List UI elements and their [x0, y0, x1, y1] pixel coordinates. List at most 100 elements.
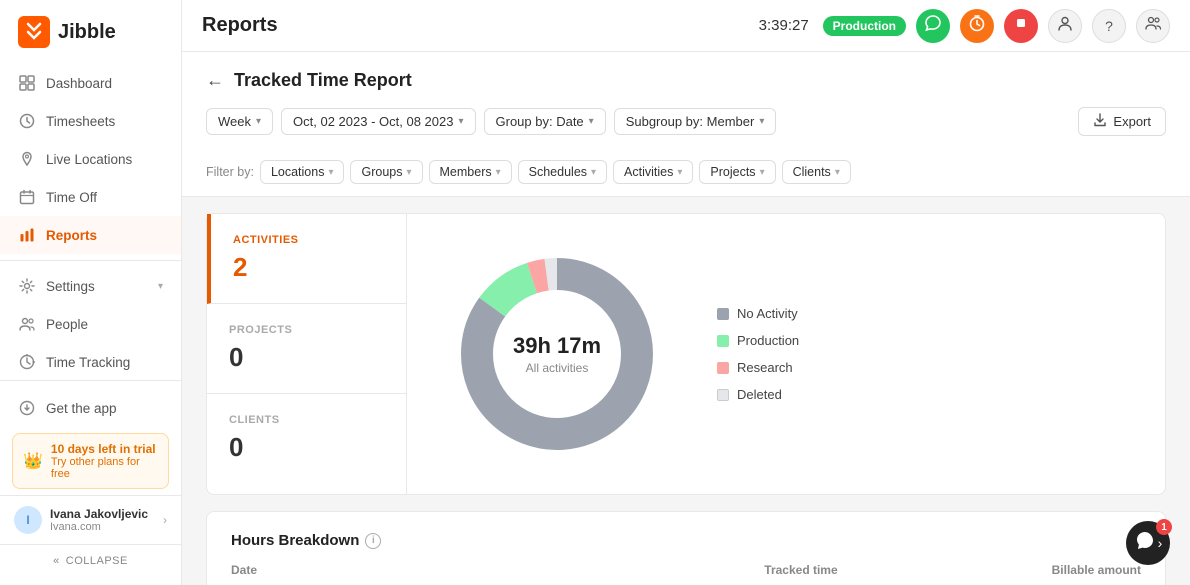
- filter-clients-chevron: ▾: [835, 167, 840, 178]
- team-icon: [1145, 15, 1161, 36]
- filter-locations-chevron: ▾: [328, 167, 333, 178]
- filter-groups[interactable]: Groups ▾: [350, 160, 422, 184]
- help-button[interactable]: ?: [1092, 9, 1126, 43]
- user-name: Ivana Jakovljevic: [50, 507, 155, 521]
- legend-label-deleted: Deleted: [737, 387, 782, 402]
- legend-label-production: Production: [737, 333, 799, 348]
- chart-area: 39h 17m All activities No Activity Produ…: [406, 213, 1166, 495]
- export-button[interactable]: Export: [1078, 107, 1166, 136]
- hours-breakdown-section: Hours Breakdown i Date Tracked time Bill…: [206, 511, 1166, 585]
- users-icon: [18, 315, 36, 333]
- activities-label: ACTIVITIES: [233, 234, 384, 246]
- filter-members[interactable]: Members ▾: [429, 160, 512, 184]
- sidebar-item-timesheets[interactable]: Timesheets: [0, 102, 181, 140]
- calendar-icon: [18, 188, 36, 206]
- logo: Jibble: [0, 0, 181, 64]
- jibble-logo-icon: [18, 16, 50, 48]
- collapse-chevron-icon: «: [53, 555, 60, 567]
- legend-dot-research: [717, 362, 729, 374]
- sidebar-bottom: Get the app 👑 10 days left in trial Try …: [0, 380, 181, 585]
- filter-schedules[interactable]: Schedules ▾: [518, 160, 607, 184]
- filter-members-label: Members: [440, 165, 492, 179]
- sidebar: Jibble Dashboard Timesheet: [0, 0, 182, 585]
- chevron-right-icon: ›: [163, 513, 167, 527]
- donut-time: 39h 17m: [513, 333, 601, 359]
- timer-button[interactable]: [960, 9, 994, 43]
- download-icon: [18, 399, 36, 417]
- grid-icon: [18, 74, 36, 92]
- subgroupby-chevron-icon: ▾: [759, 116, 764, 127]
- sidebar-item-label: Time Off: [46, 190, 97, 205]
- activities-value: 2: [233, 252, 384, 283]
- content-area: ← Tracked Time Report Week ▾ Oct, 02 202…: [182, 52, 1190, 585]
- clients-value: 0: [229, 432, 384, 463]
- legend-dot-deleted: [717, 389, 729, 401]
- bar-chart-icon: [18, 226, 36, 244]
- clients-stat: CLIENTS 0: [207, 394, 406, 483]
- date-chevron-icon: ▾: [458, 116, 463, 127]
- env-badge: Production: [823, 16, 906, 36]
- left-stats: ACTIVITIES 2 PROJECTS 0 CLIENTS 0: [206, 213, 406, 495]
- filter-activities[interactable]: Activities ▾: [613, 160, 693, 184]
- clock-icon: [18, 112, 36, 130]
- sidebar-item-reports[interactable]: Reports: [0, 216, 181, 254]
- sidebar-item-dashboard[interactable]: Dashboard: [0, 64, 181, 102]
- get-app-button[interactable]: Get the app: [0, 389, 181, 427]
- collapse-label: COLLAPSE: [66, 555, 128, 567]
- topbar-right: 3:39:27 Production: [759, 9, 1170, 43]
- export-label: Export: [1113, 114, 1151, 129]
- sidebar-item-label: Dashboard: [46, 76, 112, 91]
- subgroup-by-label: Subgroup by: Member: [626, 114, 755, 129]
- filter-projects[interactable]: Projects ▾: [699, 160, 775, 184]
- collapse-button[interactable]: « COLLAPSE: [0, 544, 181, 577]
- team-button[interactable]: [1136, 9, 1170, 43]
- date-range-button[interactable]: Oct, 02 2023 - Oct, 08 2023 ▾: [281, 108, 475, 135]
- projects-value: 0: [229, 342, 384, 373]
- period-filter-button[interactable]: Week ▾: [206, 108, 273, 135]
- sidebar-item-time-tracking[interactable]: Time Tracking: [0, 343, 181, 380]
- filter-activities-chevron: ▾: [677, 167, 682, 178]
- donut-subtitle: All activities: [513, 361, 601, 375]
- sidebar-item-label: Settings: [46, 279, 95, 294]
- trial-banner[interactable]: 👑 10 days left in trial Try other plans …: [12, 433, 169, 489]
- stop-button[interactable]: [1004, 9, 1038, 43]
- filter-clients[interactable]: Clients ▾: [782, 160, 851, 184]
- col-tracked-header: Tracked time: [534, 563, 837, 577]
- group-by-label: Group by: Date: [496, 114, 584, 129]
- trial-title: 10 days left in trial: [51, 442, 158, 456]
- chat-badge: 1: [1156, 519, 1172, 535]
- hours-title-text: Hours Breakdown: [231, 532, 359, 549]
- chat-action-button[interactable]: [916, 9, 950, 43]
- user-profile[interactable]: I Ivana Jakovljevic Ivana.com ›: [0, 495, 181, 544]
- col-date-header: Date: [231, 563, 534, 577]
- donut-chart: 39h 17m All activities: [447, 244, 667, 464]
- sidebar-item-settings[interactable]: Settings ▾: [0, 267, 181, 305]
- group-by-button[interactable]: Group by: Date ▾: [484, 108, 606, 135]
- page-title: Reports: [202, 14, 278, 37]
- user-info: Ivana Jakovljevic Ivana.com: [50, 507, 155, 533]
- trial-info: 10 days left in trial Try other plans fo…: [51, 442, 158, 480]
- subgroup-by-button[interactable]: Subgroup by: Member ▾: [614, 108, 777, 135]
- chat-bubble-button[interactable]: 1 ›: [1126, 521, 1170, 565]
- sidebar-item-time-off[interactable]: Time Off: [0, 178, 181, 216]
- chat-bubble-icon: [1134, 529, 1156, 557]
- sidebar-item-people[interactable]: People: [0, 305, 181, 343]
- user-button[interactable]: [1048, 9, 1082, 43]
- tracking-icon: [18, 353, 36, 371]
- hours-title: Hours Breakdown i: [231, 532, 1141, 549]
- filter-groups-label: Groups: [361, 165, 402, 179]
- sidebar-item-label: People: [46, 317, 88, 332]
- filter-schedules-chevron: ▾: [591, 167, 596, 178]
- panels-area: ACTIVITIES 2 PROJECTS 0 CLIENTS 0: [182, 197, 1190, 511]
- back-button[interactable]: ←: [206, 70, 224, 91]
- sidebar-item-live-locations[interactable]: Live Locations: [0, 140, 181, 178]
- avatar: I: [14, 506, 42, 534]
- legend-label-research: Research: [737, 360, 793, 375]
- filter-locations[interactable]: Locations ▾: [260, 160, 345, 184]
- legend-item-no-activity: No Activity: [717, 306, 799, 321]
- sidebar-item-label: Live Locations: [46, 152, 132, 167]
- report-title: Tracked Time Report: [234, 70, 412, 91]
- topbar: Reports 3:39:27 Production: [182, 0, 1190, 52]
- legend-item-production: Production: [717, 333, 799, 348]
- legend-dot-production: [717, 335, 729, 347]
